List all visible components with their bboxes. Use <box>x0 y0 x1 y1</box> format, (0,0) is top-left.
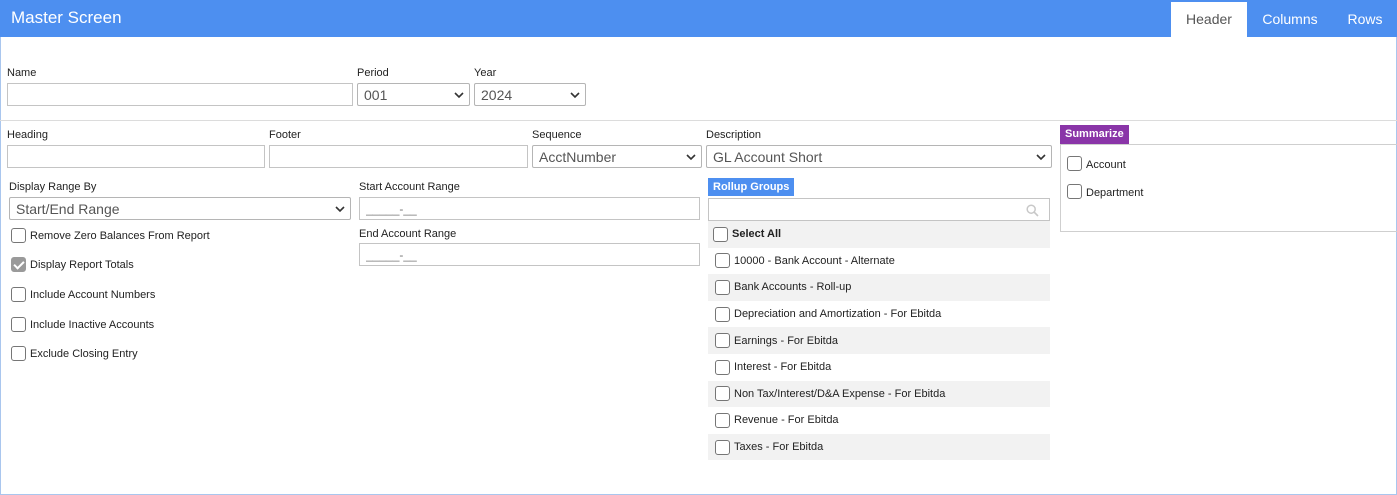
rollup-item[interactable]: 10000 - Bank Account - Alternate <box>708 248 1050 275</box>
display-range-value: Start/End Range <box>16 201 120 217</box>
chevron-down-icon <box>570 92 580 99</box>
summarize-account-label: Account <box>1086 159 1126 171</box>
start-account-range-label: Start Account Range <box>359 181 460 193</box>
checkbox[interactable] <box>715 359 730 375</box>
year-label: Year <box>474 67 497 79</box>
checkbox[interactable] <box>715 386 730 402</box>
rollup-item-label: 10000 - Bank Account - Alternate <box>734 254 895 267</box>
option-include-inactive-accounts[interactable]: Include Inactive Accounts <box>11 317 154 332</box>
period-select[interactable]: 001 <box>357 83 470 106</box>
summarize-department-label: Department <box>1086 187 1144 199</box>
sequence-label: Sequence <box>532 129 582 141</box>
rollup-item[interactable]: Earnings - For Ebitda <box>708 327 1050 354</box>
rollup-item[interactable]: Bank Accounts - Roll-up <box>708 274 1050 301</box>
search-icon <box>1026 204 1039 217</box>
end-account-range-input[interactable] <box>359 243 700 266</box>
option-label: Exclude Closing Entry <box>30 347 138 360</box>
checkbox[interactable] <box>713 226 728 242</box>
display-range-select[interactable]: Start/End Range <box>9 197 351 220</box>
checkbox[interactable] <box>715 439 730 455</box>
option-include-account-numbers[interactable]: Include Account Numbers <box>11 287 155 302</box>
checkbox[interactable] <box>11 346 26 361</box>
chevron-down-icon <box>454 92 464 99</box>
rollup-groups-title: Rollup Groups <box>708 178 795 196</box>
checkbox[interactable] <box>715 412 730 428</box>
rollup-groups-list: Select All 10000 - Bank Account - Altern… <box>708 221 1050 461</box>
heading-label: Heading <box>7 129 48 141</box>
checkbox[interactable] <box>715 279 730 295</box>
checkbox[interactable] <box>715 333 730 349</box>
option-label: Include Inactive Accounts <box>30 318 155 331</box>
footer-label: Footer <box>269 129 301 141</box>
footer-input[interactable] <box>269 145 528 168</box>
rollup-item-label: Taxes - For Ebitda <box>734 441 824 454</box>
summarize-title: Summarize <box>1060 125 1129 144</box>
rollup-search-input[interactable] <box>708 198 1050 221</box>
rollup-item[interactable]: Interest - For Ebitda <box>708 354 1050 381</box>
option-remove-zero-balances[interactable]: Remove Zero Balances From Report <box>11 228 210 243</box>
chevron-down-icon <box>335 206 345 213</box>
rollup-item[interactable]: Depreciation and Amortization - For Ebit… <box>708 301 1050 328</box>
option-exclude-closing-entry[interactable]: Exclude Closing Entry <box>11 346 138 361</box>
name-label: Name <box>7 67 37 79</box>
rollup-item-label: Bank Accounts - Roll-up <box>734 281 852 294</box>
tab-header[interactable]: Header <box>1171 2 1247 37</box>
option-label: Remove Zero Balances From Report <box>30 229 210 242</box>
rollup-item-label: Revenue - For Ebitda <box>734 414 839 427</box>
year-value: 2024 <box>481 87 513 103</box>
option-label: Display Report Totals <box>30 258 134 271</box>
select-all-label: Select All <box>732 228 782 241</box>
section-divider <box>0 120 1397 121</box>
rollup-item[interactable]: Non Tax/Interest/D&A Expense - For Ebitd… <box>708 380 1050 408</box>
checkbox-checked[interactable] <box>11 257 26 272</box>
sequence-value: AcctNumber <box>539 149 617 165</box>
checkbox[interactable] <box>11 287 26 302</box>
checkbox[interactable] <box>715 306 730 322</box>
period-label: Period <box>357 67 389 79</box>
description-value: GL Account Short <box>713 149 823 165</box>
start-account-range-input[interactable] <box>359 197 700 220</box>
description-label: Description <box>706 129 762 141</box>
description-select[interactable]: GL Account Short <box>706 145 1052 168</box>
chevron-down-icon <box>1036 154 1046 161</box>
tab-columns[interactable]: Columns <box>1247 2 1333 37</box>
name-input[interactable] <box>7 83 353 106</box>
checkbox[interactable] <box>11 317 26 332</box>
rollup-item-label: Earnings - For Ebitda <box>734 334 838 347</box>
chevron-down-icon <box>686 154 696 161</box>
end-account-range-label: End Account Range <box>359 228 457 240</box>
checkbox[interactable] <box>11 228 26 243</box>
checkbox[interactable] <box>715 253 730 269</box>
year-select[interactable]: 2024 <box>474 83 586 106</box>
option-display-report-totals[interactable]: Display Report Totals <box>11 257 134 272</box>
rollup-item-label: Non Tax/Interest/D&A Expense - For Ebitd… <box>734 387 946 400</box>
period-value: 001 <box>364 87 388 103</box>
rollup-item-label: Depreciation and Amortization - For Ebit… <box>734 308 942 321</box>
rollup-item[interactable]: Taxes - For Ebitda <box>708 433 1050 461</box>
sequence-select[interactable]: AcctNumber <box>532 145 702 168</box>
heading-input[interactable] <box>7 145 265 168</box>
checkbox[interactable] <box>1067 156 1082 171</box>
rollup-item[interactable]: Revenue - For Ebitda <box>708 407 1050 434</box>
tab-rows[interactable]: Rows <box>1333 2 1397 37</box>
checkbox[interactable] <box>1067 184 1082 199</box>
option-label: Include Account Numbers <box>30 288 156 301</box>
display-range-label: Display Range By <box>9 181 97 193</box>
rollup-item-label: Interest - For Ebitda <box>734 361 832 374</box>
summarize-account[interactable]: Account <box>1067 156 1126 171</box>
top-bar: Master Screen Header Columns Rows <box>0 0 1397 37</box>
summarize-department[interactable]: Department <box>1067 184 1143 199</box>
page-title: Master Screen <box>11 8 122 27</box>
rollup-select-all[interactable]: Select All <box>708 221 1050 248</box>
